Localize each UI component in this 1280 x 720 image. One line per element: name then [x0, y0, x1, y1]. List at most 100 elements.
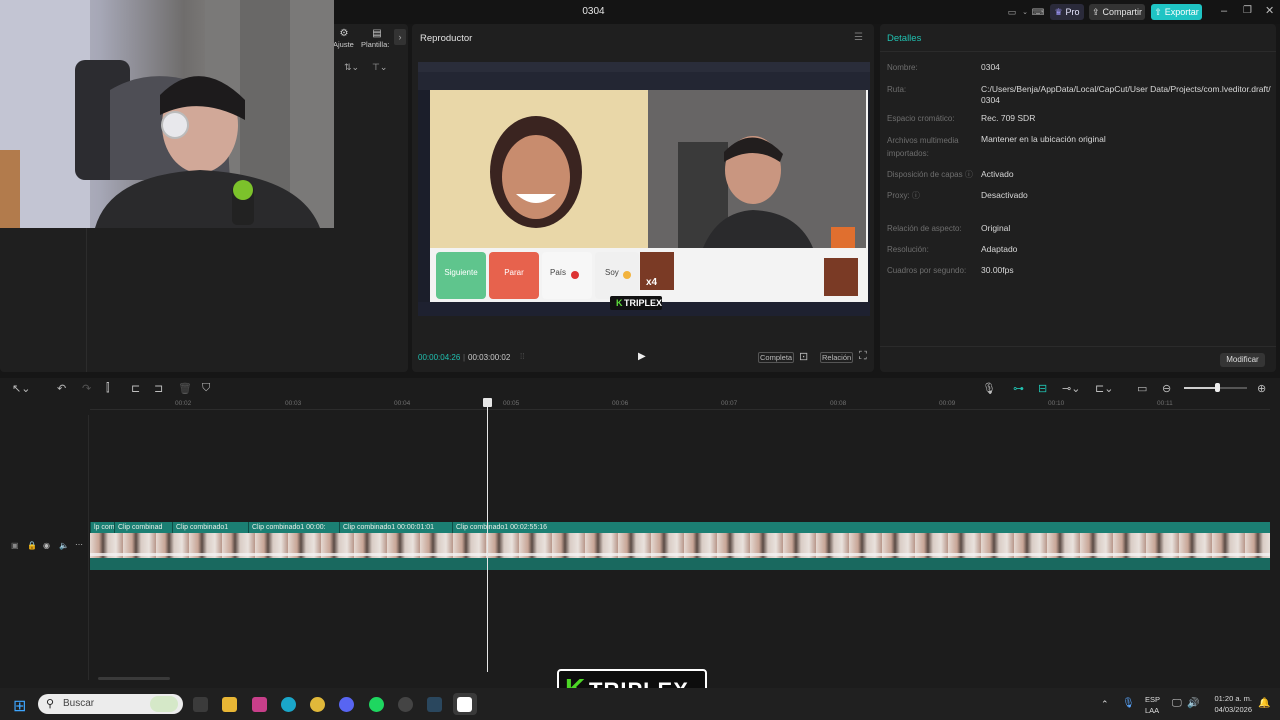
capcut-icon[interactable]	[457, 697, 472, 712]
obs-icon[interactable]	[398, 697, 413, 712]
network-icon[interactable]: 🖵	[1172, 698, 1182, 709]
fullscreen-icon[interactable]: ⛶	[859, 350, 867, 363]
taskbar	[0, 688, 1280, 720]
ratio-button[interactable]: Relación	[820, 352, 854, 363]
ruler-tick: 00:07	[721, 400, 738, 407]
timeline-clip[interactable]: Clip combinado1	[172, 522, 248, 533]
more-icon[interactable]: ⋯	[75, 540, 83, 549]
info-icon[interactable]: ⓘ	[912, 191, 920, 200]
timeline-ruler-icon[interactable]: ⁞⁞	[520, 352, 524, 361]
language-indicator[interactable]: ESP	[1145, 695, 1160, 704]
detail-label-aspect: Relación de aspecto:	[887, 224, 962, 233]
chain-icon[interactable]: ⊸⌄	[1062, 382, 1080, 395]
close-icon[interactable]: ✕	[1265, 4, 1274, 17]
clock-time[interactable]: 01:20 a. m.	[1208, 694, 1252, 703]
detail-label-resolution: Resolución:	[887, 245, 929, 254]
redo-icon[interactable]: ↷	[82, 382, 91, 395]
search-placeholder: Buscar	[63, 698, 95, 709]
webcam-scene	[0, 0, 334, 228]
full-quality-button[interactable]: Completa	[758, 352, 795, 363]
audio-icon[interactable]: 🔈	[59, 541, 69, 550]
preview-axis-icon[interactable]: ⊏⌄	[1095, 382, 1113, 395]
tray-mic-icon[interactable]: 🎙	[1122, 698, 1135, 709]
chevron-down-icon[interactable]: ⌄	[1020, 4, 1030, 20]
steam-icon[interactable]	[427, 697, 442, 712]
pro-button[interactable]: ♛ Pro	[1050, 4, 1084, 20]
timeline-clip[interactable]: Clip combinado1 00:02:55:16	[452, 522, 1270, 533]
details-divider	[880, 51, 1276, 52]
webcam-overlay	[0, 0, 334, 228]
timeline-clip[interactable]: Clip combinad	[114, 522, 172, 533]
playhead[interactable]	[487, 404, 488, 672]
timeline-clip[interactable]: Clip combinado1 00:00:01:01	[339, 522, 452, 533]
detail-value-name: 0304	[981, 62, 1000, 72]
tab-templates[interactable]: Plantilla:	[361, 40, 389, 49]
horizontal-scrollbar[interactable]	[98, 677, 170, 680]
share-button[interactable]: ⇪ Compartir	[1089, 4, 1145, 20]
captions-icon[interactable]: ▭	[1137, 382, 1147, 395]
detail-value-fps: 30.00fps	[981, 265, 1014, 275]
track-cover-icon[interactable]: ▣	[11, 541, 19, 550]
adjust-icon: ⚙	[339, 28, 349, 39]
preview-frame	[418, 62, 870, 316]
detail-label-layers: Disposición de capas ⓘ	[887, 168, 973, 181]
detail-label-name: Nombre:	[887, 63, 918, 72]
clip-thumbnail-band	[90, 553, 1270, 556]
trim-left-icon[interactable]: ⊏	[131, 382, 140, 395]
ruler-tick: 00:06	[612, 400, 629, 407]
minimize-icon[interactable]: –	[1221, 5, 1227, 17]
lock-icon[interactable]: 🔒	[27, 541, 37, 550]
chrome-icon[interactable]	[310, 697, 325, 712]
snapshot-icon[interactable]: ⊡	[799, 350, 808, 363]
timeline-clip[interactable]: lp comi	[90, 522, 114, 533]
chevron-right-icon[interactable]: ›	[394, 29, 406, 45]
sort-icon[interactable]: ⇅⌄	[344, 62, 359, 73]
delete-icon[interactable]: 🗑	[178, 382, 192, 395]
play-icon[interactable]: ▶	[638, 351, 646, 362]
spotify-icon[interactable]	[369, 697, 384, 712]
link-main-track-icon[interactable]: ⊶	[1013, 382, 1024, 395]
split-icon[interactable]: ⫿	[106, 382, 110, 395]
details-title: Detalles	[887, 33, 922, 44]
notification-icon[interactable]: 🔔	[1258, 698, 1270, 709]
snap-icon[interactable]: ⊟	[1038, 382, 1047, 395]
pro-label: Pro	[1065, 7, 1080, 17]
timeline-clip[interactable]: Clip combinado1 00:00:	[248, 522, 339, 533]
tray-chevron-icon[interactable]: ⌃	[1101, 699, 1109, 710]
trim-right-icon[interactable]: ⊐	[154, 382, 163, 395]
file-explorer-icon[interactable]	[222, 697, 237, 712]
widgets-icon[interactable]	[193, 697, 208, 712]
zoom-in-icon[interactable]: ⊕	[1257, 382, 1266, 395]
windows-start-icon[interactable]: ⊞	[13, 696, 26, 716]
tab-adjust[interactable]: Ajuste	[333, 40, 354, 49]
modify-button[interactable]: Modificar	[1220, 353, 1265, 367]
video-preview: Siguiente Parar País Soy x4 K TRIPLEX	[418, 62, 870, 316]
playhead-handle[interactable]	[483, 398, 492, 407]
select-tool-icon[interactable]: ↖⌄	[12, 382, 30, 395]
ruler-tick: 00:03	[285, 400, 302, 407]
eye-icon[interactable]: ◉	[43, 541, 50, 550]
preview-watermark: TRIPLEX	[624, 298, 663, 308]
microphone-icon[interactable]: 🎙	[982, 382, 996, 395]
preview-badge: x4	[646, 277, 658, 288]
volume-icon[interactable]: 🔊	[1187, 698, 1199, 709]
undo-icon[interactable]: ↶	[57, 382, 66, 395]
crown-icon: ♛	[1054, 6, 1063, 17]
export-button[interactable]: ⇧ Exportar	[1151, 4, 1202, 20]
zoom-out-icon[interactable]: ⊖	[1162, 382, 1171, 395]
preview-stop-button: Parar	[504, 268, 524, 277]
layout-icon[interactable]: ▭	[1004, 4, 1020, 20]
time-separator: |	[463, 353, 466, 362]
discord-icon[interactable]	[339, 697, 354, 712]
instagram-icon[interactable]	[252, 697, 267, 712]
preview-iam-button: Soy	[605, 268, 619, 277]
keyboard-icon[interactable]: ⌨	[1031, 4, 1045, 20]
filter-icon[interactable]: ⊤⌄	[372, 62, 387, 73]
shield-icon[interactable]: ⛉	[202, 382, 210, 395]
info-icon[interactable]: ⓘ	[965, 170, 973, 179]
edge-icon[interactable]	[281, 697, 296, 712]
maximize-icon[interactable]: ❐	[1243, 5, 1252, 16]
menu-icon[interactable]: ☰	[854, 32, 863, 43]
detail-value-color-space: Rec. 709 SDR	[981, 113, 1036, 123]
detail-label-layers-text: Disposición de capas	[887, 170, 963, 179]
